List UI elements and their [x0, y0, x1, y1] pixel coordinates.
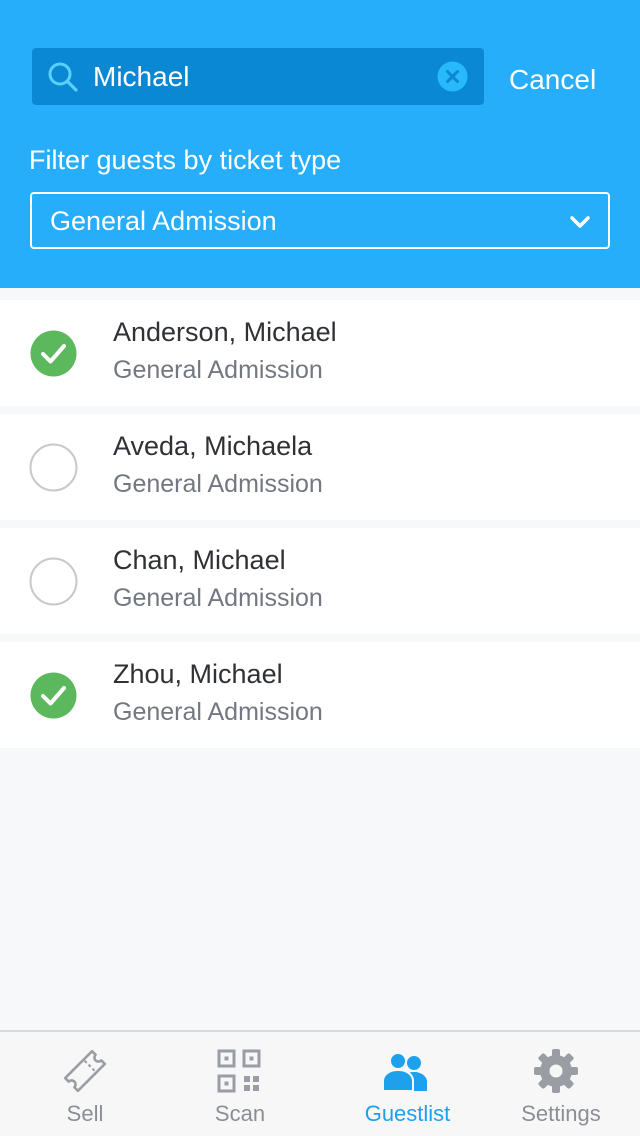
guest-name: Aveda, Michaela [113, 431, 313, 461]
search-input[interactable]: Michael [32, 48, 484, 105]
users-icon [383, 1052, 427, 1092]
ticket-type-select[interactable]: General Admission [30, 192, 610, 249]
guest-row[interactable]: Chan, Michael General Admission [0, 528, 640, 634]
unchecked-circle-icon[interactable] [29, 557, 78, 606]
ticket-icon [63, 1049, 107, 1093]
chevron-down-icon [570, 216, 590, 228]
unchecked-circle-icon[interactable] [29, 443, 78, 492]
search-header: Michael Cancel Filter guests by ticket t… [0, 0, 640, 288]
tab-scan[interactable]: Scan [170, 1032, 310, 1136]
tab-guestlist-label: Guestlist [364, 1101, 451, 1126]
gear-icon [534, 1049, 578, 1093]
tab-sell[interactable]: Sell [0, 1032, 170, 1136]
search-query[interactable]: Michael [93, 61, 189, 93]
tab-settings[interactable]: Settings [490, 1032, 632, 1136]
tab-settings-label: Settings [521, 1101, 601, 1126]
guest-row[interactable]: Anderson, Michael General Admission [0, 300, 640, 406]
tab-sell-label: Sell [66, 1101, 104, 1126]
clear-search-icon[interactable] [437, 61, 468, 92]
tab-guestlist[interactable]: Guestlist [335, 1032, 480, 1136]
ticket-type-selected: General Admission [50, 206, 277, 236]
qr-code-icon [217, 1049, 261, 1093]
guest-ticket-type: General Admission [113, 584, 323, 612]
tab-scan-label: Scan [214, 1101, 266, 1126]
guest-ticket-type: General Admission [113, 698, 323, 726]
guestlist-screen: Michael Cancel Filter guests by ticket t… [0, 0, 640, 1136]
filter-label: Filter guests by ticket type [29, 145, 342, 175]
cancel-button[interactable]: Cancel [509, 63, 596, 97]
checked-in-icon[interactable] [29, 329, 78, 378]
guest-ticket-type: General Admission [113, 470, 323, 498]
checked-in-icon[interactable] [29, 671, 78, 720]
guest-row[interactable]: Zhou, Michael General Admission [0, 642, 640, 748]
guest-ticket-type: General Admission [113, 356, 323, 384]
guest-name: Zhou, Michael [113, 659, 283, 689]
guest-row[interactable]: Aveda, Michaela General Admission [0, 414, 640, 520]
guest-name: Anderson, Michael [113, 317, 337, 347]
guest-name: Chan, Michael [113, 545, 286, 575]
tab-bar: Sell Scan Guestlist Settings [0, 1030, 640, 1136]
search-icon [48, 62, 78, 92]
